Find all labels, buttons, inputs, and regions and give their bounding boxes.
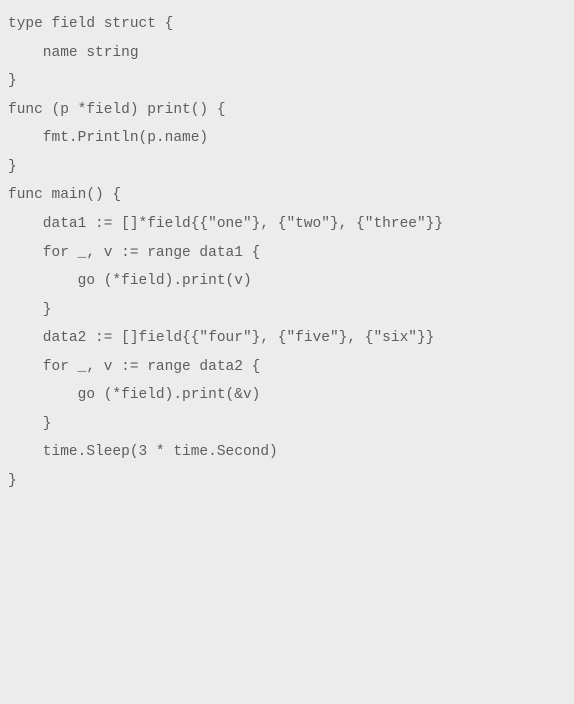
code-line: fmt.Println(p.name) bbox=[8, 124, 566, 153]
code-line: for _, v := range data1 { bbox=[8, 239, 566, 268]
code-block: type field struct { name string}func (p … bbox=[8, 10, 566, 496]
code-line: } bbox=[8, 296, 566, 325]
code-line: } bbox=[8, 153, 566, 182]
code-line: type field struct { bbox=[8, 10, 566, 39]
code-line: data1 := []*field{{"one"}, {"two"}, {"th… bbox=[8, 210, 566, 239]
code-line: data2 := []field{{"four"}, {"five"}, {"s… bbox=[8, 324, 566, 353]
code-line: func (p *field) print() { bbox=[8, 96, 566, 125]
code-line: go (*field).print(&v) bbox=[8, 381, 566, 410]
code-line: } bbox=[8, 410, 566, 439]
code-line: name string bbox=[8, 39, 566, 68]
code-line: go (*field).print(v) bbox=[8, 267, 566, 296]
code-line: for _, v := range data2 { bbox=[8, 353, 566, 382]
code-line: } bbox=[8, 67, 566, 96]
code-line: func main() { bbox=[8, 181, 566, 210]
code-line: } bbox=[8, 467, 566, 496]
code-line: time.Sleep(3 * time.Second) bbox=[8, 438, 566, 467]
